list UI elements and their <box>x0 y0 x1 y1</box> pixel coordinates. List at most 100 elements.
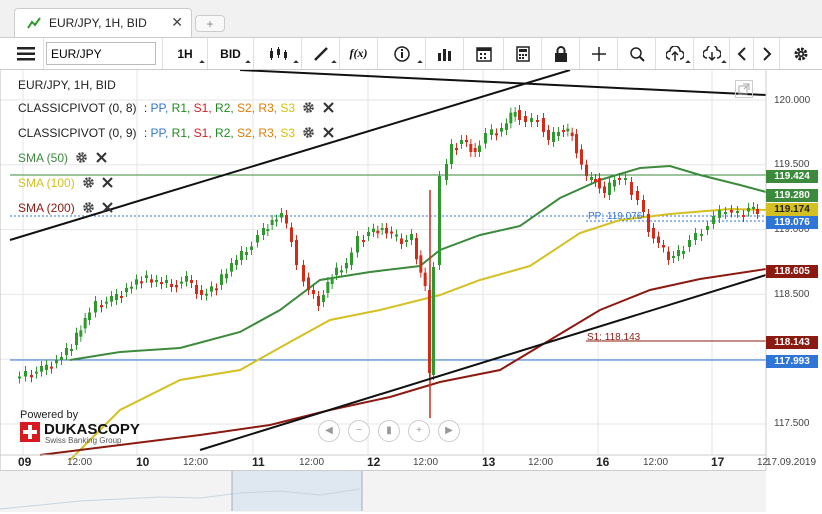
sma-50-label[interactable]: SMA (50) <box>18 151 68 165</box>
candle-body <box>302 265 305 282</box>
candle-body <box>598 178 601 189</box>
candle-body <box>94 301 97 313</box>
gear-icon[interactable] <box>82 201 95 217</box>
gear-icon[interactable] <box>82 176 95 192</box>
zoom-icon <box>629 46 645 62</box>
pivot-level-r1: R1, <box>171 126 194 141</box>
close-icon[interactable] <box>323 102 334 116</box>
candle-body <box>677 250 680 256</box>
candle-body <box>624 178 627 180</box>
upload-button[interactable] <box>656 38 694 69</box>
lock-button[interactable] <box>542 38 580 69</box>
candle-body <box>652 228 655 239</box>
new-tab-button[interactable]: + <box>195 15 225 32</box>
gear-icon[interactable] <box>302 101 315 117</box>
powered-by: Powered by <box>20 409 79 421</box>
play-icon: ▶ <box>445 425 453 436</box>
download-button[interactable] <box>694 38 730 69</box>
close-icon[interactable] <box>323 127 334 141</box>
popout-icon[interactable] <box>735 80 753 98</box>
close-icon[interactable] <box>95 152 107 166</box>
gear-icon[interactable] <box>302 126 315 142</box>
close-icon[interactable]: ✕ <box>171 14 183 31</box>
y-tick: 117.500 <box>774 418 810 429</box>
zoom-out-button[interactable]: − <box>348 420 370 442</box>
candle-body <box>190 280 193 283</box>
close-icon[interactable] <box>102 177 114 191</box>
close-icon[interactable] <box>102 202 114 216</box>
candle-body <box>150 279 153 283</box>
rewind-button[interactable]: ◀ <box>318 420 340 442</box>
candle-body <box>170 284 173 287</box>
period-select[interactable]: 1H <box>162 38 208 69</box>
zoom-in-button[interactable]: + <box>408 420 430 442</box>
legend-sma-200: SMA (200) <box>18 201 114 217</box>
period-label: 1H <box>177 46 193 61</box>
chart-tab-icon <box>27 17 41 29</box>
volume-button[interactable] <box>426 38 464 69</box>
candle-body <box>65 348 68 355</box>
candle-body <box>230 263 233 272</box>
candle-body <box>667 251 670 260</box>
candle-body <box>630 182 633 195</box>
candle-body <box>405 240 408 242</box>
price-box-sma100: 119.174 <box>766 203 818 216</box>
candle-body <box>552 132 555 142</box>
gear-icon <box>794 47 808 60</box>
prev-button[interactable] <box>730 38 754 69</box>
info-button[interactable] <box>378 38 426 69</box>
side-select[interactable]: BID <box>208 38 254 69</box>
candle-body <box>235 260 238 265</box>
candle-body <box>724 212 727 214</box>
candle-body <box>330 279 334 284</box>
candle-body <box>585 164 588 176</box>
pivot-level-r3: R3, <box>258 101 281 116</box>
legend-sma-50: SMA (50) <box>18 151 107 167</box>
candle-body <box>75 332 78 345</box>
sma-200-label[interactable]: SMA (200) <box>18 201 75 215</box>
indicators-button[interactable]: f(x) <box>340 38 378 69</box>
pivot-level-r2: R2, <box>215 126 238 141</box>
pivot-2-name[interactable]: CLASSICPIVOT (0, 9) <box>18 126 136 140</box>
candle-body <box>682 251 685 254</box>
candle-body <box>215 288 218 291</box>
candle-body <box>688 240 691 247</box>
pivot-level-r3: R3, <box>258 126 281 141</box>
zoom-in-icon: + <box>416 425 422 436</box>
gear-icon[interactable] <box>75 151 88 167</box>
calculator-button[interactable] <box>504 38 542 69</box>
symbol-input[interactable] <box>46 42 156 65</box>
candle-body <box>245 252 248 255</box>
candle-body <box>326 282 330 293</box>
next-button[interactable] <box>754 38 780 69</box>
candle-body <box>395 234 398 237</box>
sma-100-label[interactable]: SMA (100) <box>18 176 75 190</box>
menu-button[interactable] <box>8 38 44 69</box>
navigator-strip[interactable] <box>0 470 766 512</box>
settings-button[interactable] <box>786 38 816 69</box>
pivot-1-name[interactable]: CLASSICPIVOT (0, 8) <box>18 101 136 115</box>
chart-tab[interactable]: EUR/JPY, 1H, BID ✕ <box>14 8 192 37</box>
fit-button[interactable]: ▮ <box>378 420 400 442</box>
pivot-1-colon: : <box>143 101 148 116</box>
calendar-button[interactable] <box>464 38 504 69</box>
crosshair-button[interactable] <box>580 38 618 69</box>
chart-area[interactable]: EUR/JPY, 1H, BID CLASSICPIVOT (0, 8) : P… <box>0 70 822 511</box>
dukascopy-logo[interactable]: DUKASCOPY Swiss Banking Group <box>20 421 140 446</box>
price-box-sma50: 119.280 <box>766 189 818 202</box>
candle-body <box>135 279 138 285</box>
draw-button[interactable] <box>302 38 340 69</box>
candle-body <box>45 364 48 370</box>
candle-body <box>200 290 203 295</box>
candle-body <box>423 272 427 286</box>
zoom-button[interactable] <box>618 38 656 69</box>
candle-body <box>220 274 223 285</box>
candle-body <box>575 134 578 154</box>
price-box-s2: 117.993 <box>766 355 818 368</box>
candle-body <box>290 227 293 242</box>
chart-type-button[interactable] <box>254 38 302 69</box>
candle-body <box>700 234 703 236</box>
x-label: 10 <box>136 455 150 469</box>
candle-body <box>500 128 503 132</box>
play-button[interactable]: ▶ <box>438 420 460 442</box>
